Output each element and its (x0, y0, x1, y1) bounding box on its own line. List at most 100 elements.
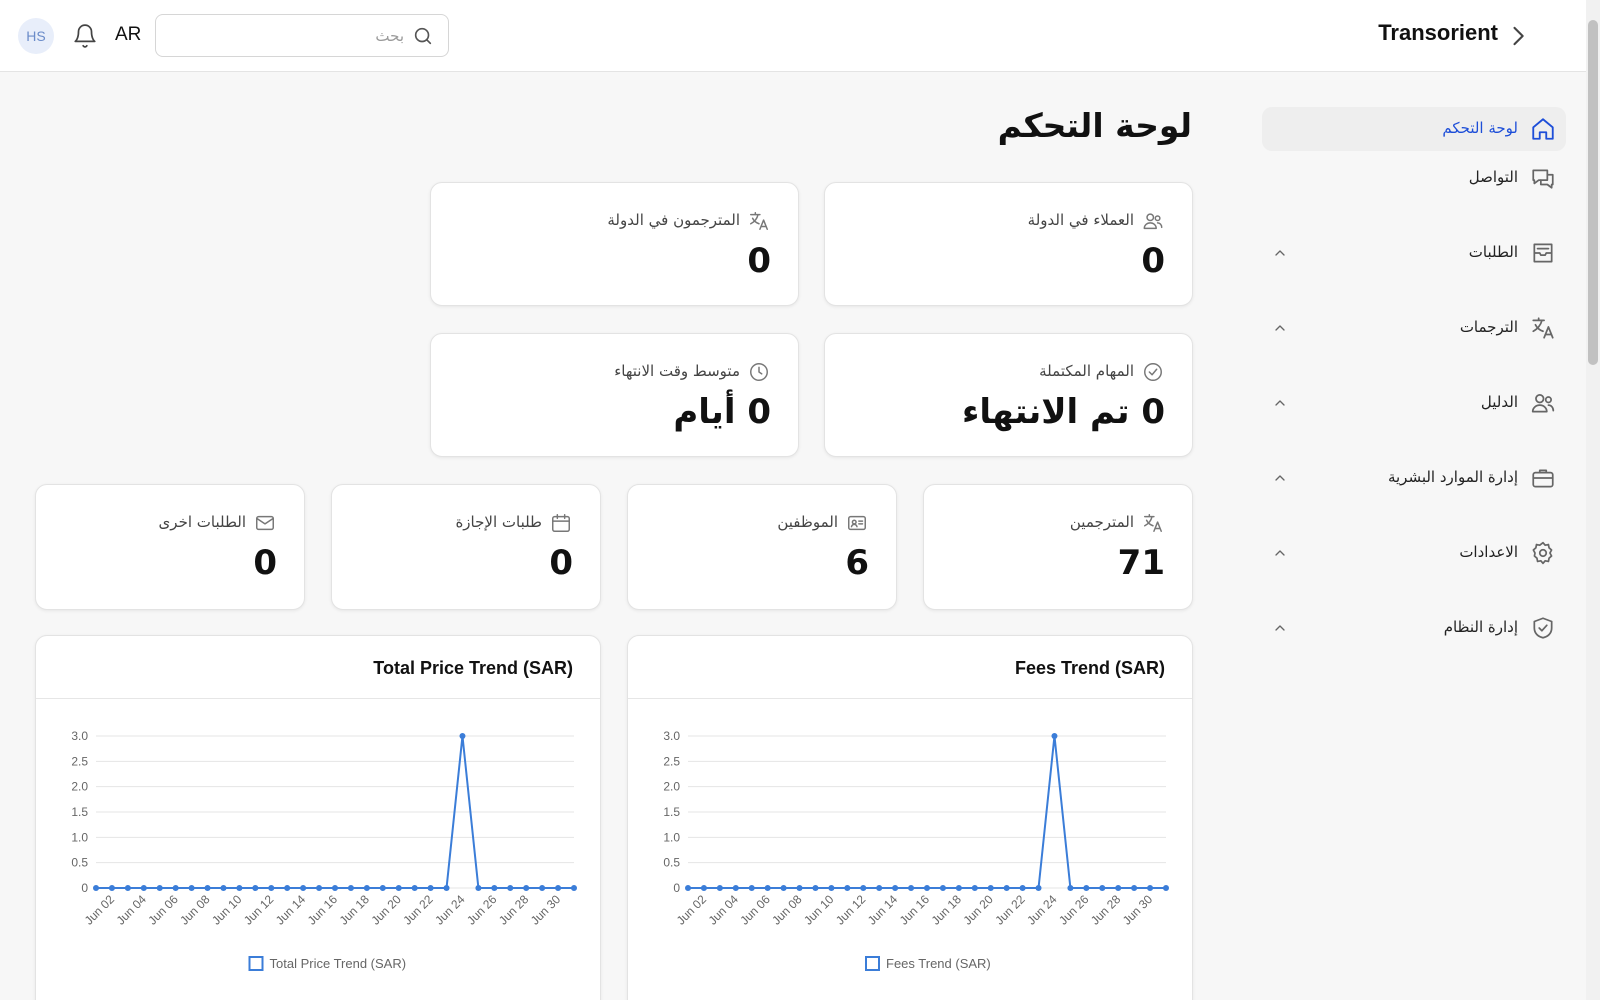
data-point (1035, 885, 1042, 891)
data-point (1003, 885, 1010, 891)
y-tick-label: 1.0 (663, 830, 680, 844)
translate-icon (1530, 315, 1556, 341)
stat-label: طلبات الإجازة (455, 513, 542, 531)
x-tick-label: Jun 02 (82, 892, 118, 928)
x-tick-label: Jun 24 (432, 892, 468, 928)
shield-check-icon (1530, 615, 1556, 641)
x-tick-label: Jun 14 (273, 892, 309, 928)
data-point (1067, 885, 1074, 891)
data-point (732, 885, 739, 891)
data-point (908, 885, 915, 891)
translate-icon (1142, 512, 1164, 534)
data-point (955, 885, 962, 891)
page-scrollbar[interactable] (1586, 0, 1600, 1000)
x-tick-label: Jun 28 (1088, 892, 1124, 928)
stat-card-clients: العملاء في الدولة 0 (824, 182, 1193, 306)
sidebar-item-hr[interactable]: إدارة الموارد البشرية (1262, 456, 1566, 500)
data-point (1163, 885, 1169, 891)
stat-label: الطلبات اخرى (158, 513, 246, 531)
stat-value: 0 (747, 241, 771, 281)
x-tick-label: Jun 16 (305, 892, 341, 928)
stat-card-employees: الموظفين 6 (627, 484, 897, 610)
stat-card-other-requests: الطلبات اخرى 0 (35, 484, 305, 610)
x-tick-label: Jun 18 (337, 892, 373, 928)
x-tick-label: Jun 16 (897, 892, 933, 928)
legend-swatch (248, 956, 264, 971)
scrollbar-thumb[interactable] (1588, 20, 1598, 365)
search-icon (412, 25, 434, 47)
data-point (876, 885, 883, 891)
x-tick-label: Jun 10 (801, 892, 837, 928)
sidebar-item-requests[interactable]: الطلبات (1262, 231, 1566, 275)
data-point (860, 885, 867, 891)
data-point (395, 885, 402, 891)
sidebar-item-translations[interactable]: الترجمات (1262, 306, 1566, 350)
stat-card-translators: المترجمين 71 (923, 484, 1193, 610)
fees-trend-chart-card: Fees Trend (SAR) 0 0.5 1.0 1.5 2.0 2.5 3.0 Jun … (627, 635, 1193, 1000)
stat-value: 71 (1117, 543, 1165, 583)
data-point (812, 885, 819, 891)
language-switcher[interactable]: AR (115, 24, 141, 46)
stat-card-translators-in-country: المترجمون في الدولة 0 (430, 182, 799, 306)
sidebar-item-label: الاعدادات (1459, 543, 1518, 561)
x-tick-label: Jun 02 (674, 892, 710, 928)
data-point (764, 885, 771, 891)
chevron-right-icon[interactable] (1504, 22, 1532, 50)
stat-value: 0 (253, 543, 277, 583)
legend-label: Total Price Trend (SAR) (270, 956, 407, 971)
stat-label: الموظفين (777, 513, 838, 531)
data-point (236, 885, 243, 891)
sidebar-item-label: التواصل (1468, 168, 1518, 186)
data-point (220, 885, 227, 891)
y-tick-label: 2.0 (663, 780, 680, 794)
total-price-trend-chart: 00.51.01.52.02.53.0Jun 02Jun 04Jun 06Jun… (71, 729, 577, 971)
chevron-up-icon[interactable] (1272, 395, 1288, 411)
chevron-up-icon[interactable] (1272, 320, 1288, 336)
y-tick-label: 0.5 (663, 856, 680, 870)
chevron-up-icon[interactable] (1272, 620, 1288, 636)
chevron-up-icon[interactable] (1272, 545, 1288, 561)
calendar-icon (550, 512, 572, 534)
sidebar-item-system-admin[interactable]: إدارة النظام (1262, 606, 1566, 650)
brand-logo: Transorient (1378, 20, 1498, 45)
data-point (475, 885, 482, 891)
data-point (140, 885, 147, 891)
data-point (316, 885, 323, 891)
data-point (172, 885, 179, 891)
legend-swatch (865, 956, 880, 971)
sidebar-item-directory[interactable]: الدليل (1262, 381, 1566, 425)
search-input[interactable] (166, 23, 404, 49)
y-tick-label: 0 (673, 881, 680, 895)
data-point (347, 885, 354, 891)
avatar[interactable]: HS (18, 18, 54, 54)
x-tick-label: Jun 12 (241, 892, 277, 928)
sidebar-item-dashboard[interactable]: لوحة التحكم (1262, 107, 1566, 151)
stat-value: 0 (1141, 241, 1165, 281)
stat-value: 0 تم الانتهاء (962, 392, 1165, 432)
stat-value: 0 (549, 543, 573, 583)
data-point (411, 885, 418, 891)
x-tick-label: Jun 20 (960, 892, 996, 928)
data-point (204, 885, 211, 891)
sidebar-item-label: الترجمات (1459, 318, 1518, 336)
sidebar-item-communication[interactable]: التواصل (1262, 156, 1566, 200)
x-tick-label: Jun 28 (496, 892, 532, 928)
chat-icon (1530, 165, 1556, 191)
x-tick-label: Jun 30 (1120, 892, 1156, 928)
chevron-up-icon[interactable] (1272, 470, 1288, 486)
data-point (971, 885, 978, 891)
translate-icon (748, 210, 770, 232)
data-point (252, 885, 259, 891)
bell-icon[interactable] (72, 23, 98, 49)
home-icon (1530, 116, 1556, 142)
data-point (379, 885, 386, 891)
search-box[interactable] (155, 14, 449, 57)
chevron-up-icon[interactable] (1272, 245, 1288, 261)
sidebar-item-label: الطلبات (1468, 243, 1518, 261)
mail-icon (254, 512, 276, 534)
stat-label: متوسط وقت الانتهاء (614, 362, 740, 380)
sidebar-item-settings[interactable]: الاعدادات (1262, 531, 1566, 575)
data-point (284, 885, 291, 891)
gear-icon (1530, 540, 1556, 566)
x-tick-label: Jun 06 (737, 892, 773, 928)
